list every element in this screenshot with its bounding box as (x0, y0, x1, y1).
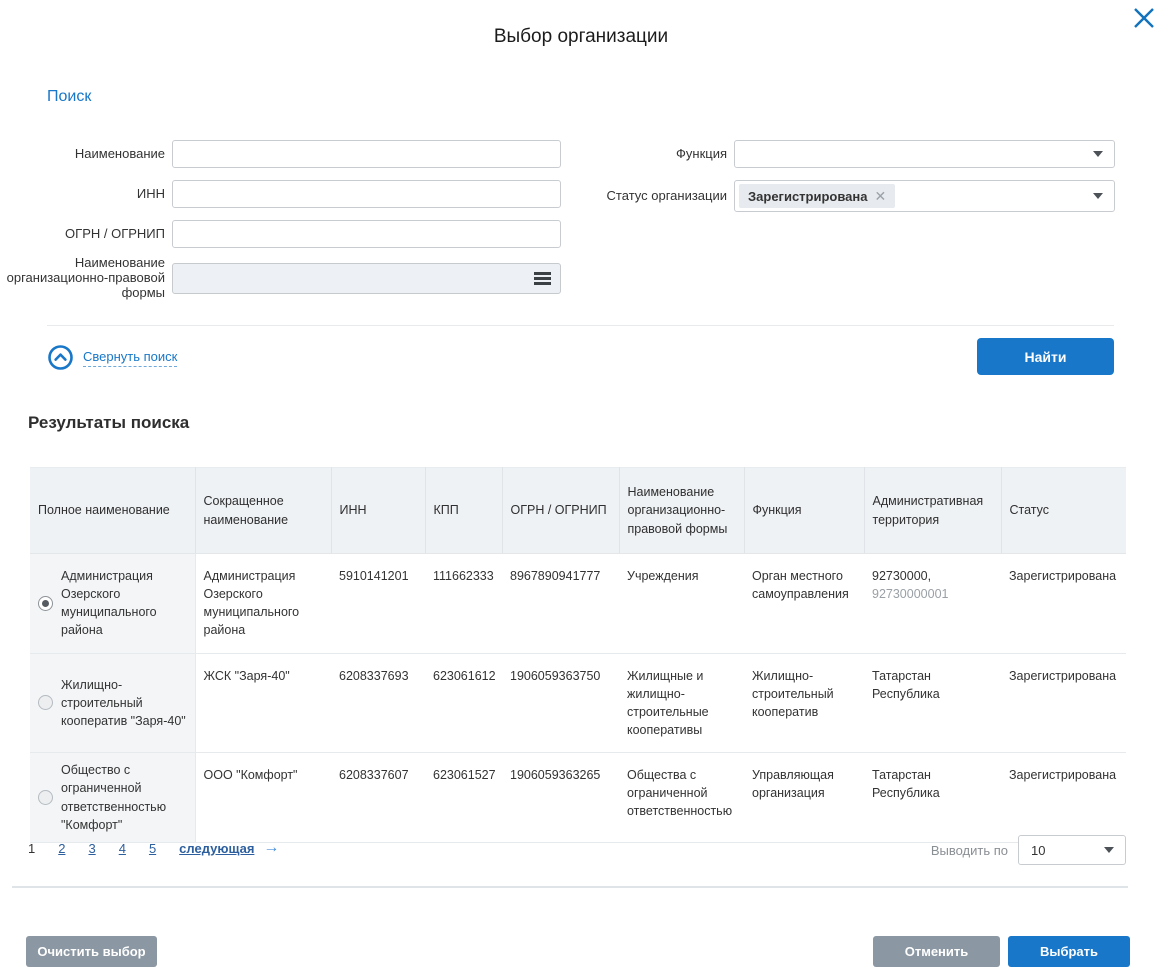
col-inn: ИНН (331, 468, 425, 554)
footer-divider (12, 886, 1128, 888)
close-icon[interactable] (1130, 4, 1158, 32)
orgform-field-label: Наименование организационно-правовой фор… (0, 256, 165, 304)
table-row[interactable]: Администрация Озерского муниципального р… (30, 554, 1126, 654)
col-full-name: Полное наименование (30, 468, 195, 554)
results-heading: Результаты поиска (28, 413, 189, 433)
territory-code: 92730000, (872, 569, 931, 583)
function-field-label: Функция (560, 140, 727, 168)
select-button[interactable]: Выбрать (1008, 936, 1130, 967)
results-table: Полное наименование Сокращенное наименов… (30, 467, 1126, 843)
organization-select-dialog: Выбор организации Поиск Наименование ИНН… (0, 0, 1162, 978)
clear-selection-button[interactable]: Очистить выбор (26, 936, 157, 967)
orgform-picker[interactable] (172, 263, 561, 294)
search-section-heading: Поиск (47, 88, 91, 106)
ogrn-input[interactable] (172, 220, 561, 248)
per-page-value: 10 (1031, 843, 1045, 858)
col-short-name: Сокращенное наименование (195, 468, 331, 554)
collapse-search-link[interactable]: Свернуть поиск (47, 344, 177, 371)
per-page-label: Выводить по (888, 843, 1008, 858)
cell-function: Жилищно-строительный кооператив (744, 653, 864, 753)
cell-territory: 92730000, 92730000001 (864, 554, 1001, 654)
col-ogrn: ОГРН / ОГРНИП (502, 468, 619, 554)
cell-org-form: Общества с ограниченной ответственностью (619, 753, 744, 843)
name-input[interactable] (172, 140, 561, 168)
tag-remove-icon[interactable]: ✕ (875, 188, 887, 205)
cell-org-form: Учреждения (619, 554, 744, 654)
page-current: 1 (28, 841, 35, 856)
cell-full-name: Общество с ограниченной ответственностью… (61, 761, 187, 834)
status-select[interactable]: Зарегистрирована ✕ (734, 180, 1115, 212)
arrow-right-icon[interactable]: → (263, 840, 279, 856)
cell-ogrn: 8967890941777 (502, 554, 619, 654)
cell-status: Зарегистрирована (1001, 554, 1126, 654)
cell-inn: 6208337693 (331, 653, 425, 753)
cell-kpp: 111662333 (425, 554, 502, 654)
page-link-3[interactable]: 3 (88, 841, 95, 856)
inn-input[interactable] (172, 180, 561, 208)
hamburger-icon (534, 272, 551, 285)
chevron-down-icon (1104, 847, 1114, 853)
status-field-label: Статус организации (560, 180, 727, 212)
row-radio[interactable] (38, 695, 53, 710)
col-status: Статус (1001, 468, 1126, 554)
table-header-row: Полное наименование Сокращенное наименов… (30, 468, 1126, 554)
cell-ogrn: 1906059363265 (502, 753, 619, 843)
status-tag-label: Зарегистрирована (748, 189, 868, 204)
cell-territory: Татарстан Республика (864, 753, 1001, 843)
cell-function: Орган местного самоуправления (744, 554, 864, 654)
cell-status: Зарегистрирована (1001, 753, 1126, 843)
cell-inn: 6208337607 (331, 753, 425, 843)
name-field-label: Наименование (0, 140, 165, 168)
table-row[interactable]: Общество с ограниченной ответственностью… (30, 753, 1126, 843)
col-territory: Административная территория (864, 468, 1001, 554)
page-link-4[interactable]: 4 (119, 841, 126, 856)
territory-code-secondary: 92730000001 (872, 587, 948, 601)
page-link-5[interactable]: 5 (149, 841, 156, 856)
cell-short-name: ЖСК "Заря-40" (195, 653, 331, 753)
cell-full-name: Администрация Озерского муниципального р… (61, 567, 187, 640)
search-divider (47, 325, 1114, 326)
next-page-link[interactable]: следующая (179, 841, 254, 856)
per-page-select[interactable]: 10 (1018, 835, 1126, 865)
ogrn-field-label: ОГРН / ОГРНИП (0, 220, 165, 248)
row-radio[interactable] (38, 790, 53, 805)
status-tag: Зарегистрирована ✕ (739, 184, 895, 208)
cell-org-form: Жилищные и жилищно-строительные кооперат… (619, 653, 744, 753)
find-button[interactable]: Найти (977, 338, 1114, 375)
collapse-search-label: Свернуть поиск (83, 349, 177, 367)
inn-field-label: ИНН (0, 180, 165, 208)
cell-inn: 5910141201 (331, 554, 425, 654)
row-radio[interactable] (38, 596, 53, 611)
pagination: 1 2 3 4 5 следующая → (28, 840, 279, 856)
cell-territory: Татарстан Республика (864, 653, 1001, 753)
page-link-2[interactable]: 2 (58, 841, 65, 856)
cell-function: Управляющая организация (744, 753, 864, 843)
col-function: Функция (744, 468, 864, 554)
function-select[interactable] (734, 140, 1115, 168)
cell-full-name: Жилищно-строительный кооператив "Заря-40… (61, 676, 187, 730)
chevron-down-icon (1093, 193, 1103, 199)
col-org-form: Наименование организационно-правовой фор… (619, 468, 744, 554)
cell-ogrn: 1906059363750 (502, 653, 619, 753)
cell-short-name: ООО "Комфорт" (195, 753, 331, 843)
cell-short-name: Администрация Озерского муниципального р… (195, 554, 331, 654)
cell-kpp: 623061527 (425, 753, 502, 843)
chevron-down-icon (1093, 151, 1103, 157)
table-row[interactable]: Жилищно-строительный кооператив "Заря-40… (30, 653, 1126, 753)
page-title: Выбор организации (0, 26, 1162, 48)
cell-status: Зарегистрирована (1001, 653, 1126, 753)
col-kpp: КПП (425, 468, 502, 554)
cell-kpp: 623061612 (425, 653, 502, 753)
cancel-button[interactable]: Отменить (873, 936, 1000, 967)
chevron-up-circle-icon (47, 344, 74, 371)
